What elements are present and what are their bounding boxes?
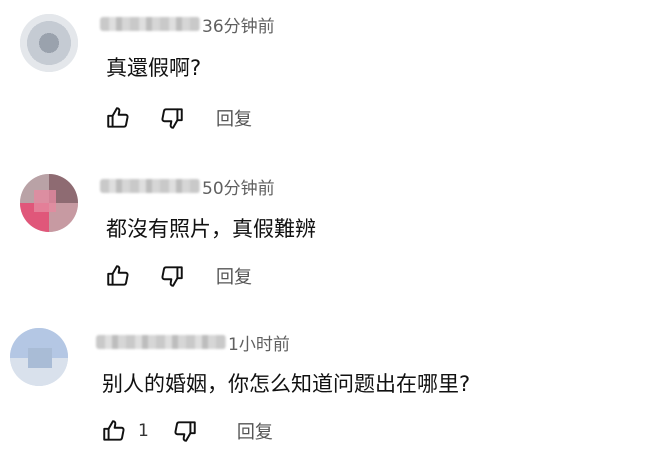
comment-text: 都沒有照片，真假難辨: [106, 217, 316, 241]
comment-text: 真還假啊?: [106, 56, 202, 80]
reply-button[interactable]: 回复: [216, 263, 252, 289]
author-name-blurred[interactable]: [100, 17, 200, 31]
comment-item: 36分钟前 真還假啊? 回复: [0, 0, 650, 150]
avatar[interactable]: [10, 328, 68, 386]
author-name-blurred[interactable]: [100, 179, 200, 193]
comment-text: 别人的婚姻，你怎么知道问题出在哪里?: [102, 372, 471, 396]
reply-button[interactable]: 回复: [237, 418, 273, 444]
comment-timestamp: 1小时前: [228, 334, 290, 355]
comment-timestamp: 36分钟前: [202, 16, 275, 37]
comment-meta: 36分钟前: [100, 12, 275, 37]
thumbs-down-icon[interactable]: [158, 104, 186, 132]
comment-actions: 回复: [104, 102, 252, 134]
comment-item: 1小时前 别人的婚姻，你怎么知道问题出在哪里? 1 回复: [0, 318, 650, 463]
thumbs-up-icon[interactable]: [104, 104, 132, 132]
thumbs-down-icon[interactable]: [158, 262, 186, 290]
avatar[interactable]: [20, 14, 78, 72]
thumbs-up-icon[interactable]: [100, 417, 128, 445]
thumbs-down-icon[interactable]: [171, 417, 199, 445]
avatar[interactable]: [20, 174, 78, 232]
comment-actions: 1 回复: [100, 415, 273, 447]
comment-timestamp: 50分钟前: [202, 178, 275, 199]
thumbs-up-icon[interactable]: [104, 262, 132, 290]
reply-button[interactable]: 回复: [216, 105, 252, 131]
like-count: 1: [138, 421, 149, 441]
comment-meta: 50分钟前: [100, 174, 275, 199]
comment-meta: 1小时前: [96, 330, 290, 355]
comment-actions: 回复: [104, 260, 252, 292]
author-name-blurred[interactable]: [96, 335, 226, 349]
comment-item: 50分钟前 都沒有照片，真假難辨 回复: [0, 160, 650, 310]
